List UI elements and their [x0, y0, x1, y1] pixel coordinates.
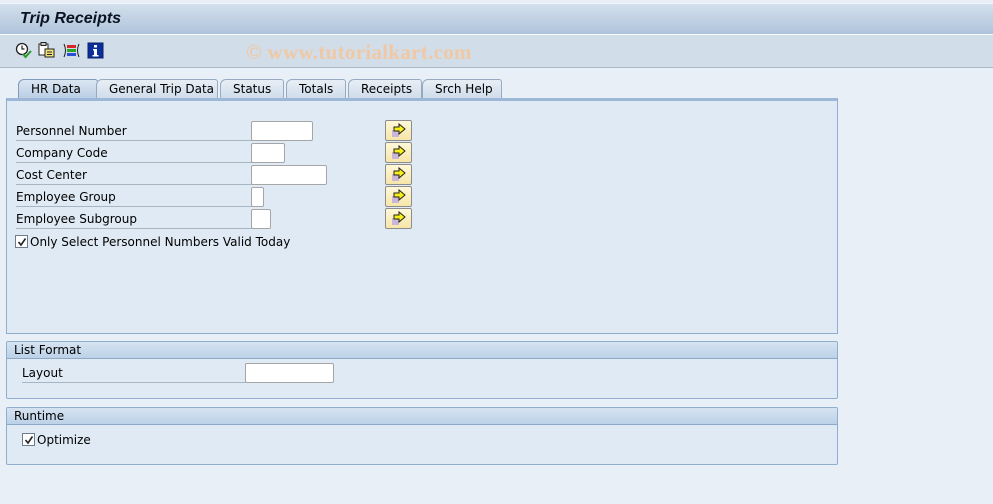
layout-label: Layout	[22, 363, 246, 383]
hr-data-panel: Personnel Number Company Code Cost Cente…	[6, 98, 838, 334]
page-title: Trip Receipts	[20, 10, 122, 27]
list-format-header: List Format	[7, 342, 837, 359]
runtime-header: Runtime	[7, 408, 837, 425]
employee-group-field[interactable]	[251, 187, 264, 207]
selection-options-icon[interactable]	[63, 42, 80, 59]
checkmark-icon	[24, 436, 34, 445]
info-icon[interactable]	[87, 42, 104, 59]
copy-variant-icon[interactable]	[38, 42, 55, 59]
tab-status[interactable]: Status	[220, 79, 284, 99]
tab-hr-data[interactable]: HR Data	[18, 79, 98, 99]
arrow-right-icon	[392, 123, 406, 137]
cost-center-label: Cost Center	[16, 165, 254, 185]
optimize-checkbox[interactable]	[22, 433, 35, 446]
tab-general-trip-data[interactable]: General Trip Data	[96, 79, 218, 99]
valid-today-label: Only Select Personnel Numbers Valid Toda…	[30, 235, 291, 249]
arrow-right-icon	[392, 211, 406, 225]
cost-center-field[interactable]	[251, 165, 327, 185]
employee-subgroup-field[interactable]	[251, 209, 271, 229]
tab-totals[interactable]: Totals	[286, 79, 346, 99]
employee-subgroup-multiple-selection-button[interactable]	[385, 208, 412, 229]
checkmark-icon	[17, 238, 27, 247]
runtime-group: Runtime Optimize	[6, 407, 838, 465]
personnel-number-multiple-selection-button[interactable]	[385, 120, 412, 141]
company-code-label: Company Code	[16, 143, 254, 163]
watermark: © www.tutorialkart.com	[246, 40, 472, 64]
personnel-number-label: Personnel Number	[16, 121, 254, 141]
tab-srch-help[interactable]: Srch Help	[422, 79, 502, 99]
company-code-field[interactable]	[251, 143, 285, 163]
cost-center-multiple-selection-button[interactable]	[385, 164, 412, 185]
arrow-right-icon	[392, 189, 406, 203]
arrow-right-icon	[392, 145, 406, 159]
employee-group-multiple-selection-button[interactable]	[385, 186, 412, 207]
title-bar: Trip Receipts	[0, 3, 993, 35]
valid-today-checkbox[interactable]	[15, 235, 28, 248]
clock-check-icon[interactable]	[15, 42, 32, 59]
employee-subgroup-label: Employee Subgroup	[16, 209, 254, 229]
company-code-multiple-selection-button[interactable]	[385, 142, 412, 163]
tab-receipts[interactable]: Receipts	[348, 79, 422, 99]
arrow-right-icon	[392, 167, 406, 181]
personnel-number-field[interactable]	[251, 121, 313, 141]
list-format-group: List Format Layout	[6, 341, 838, 399]
layout-field[interactable]	[245, 363, 334, 383]
optimize-label: Optimize	[37, 433, 91, 447]
application-toolbar: © www.tutorialkart.com	[0, 35, 993, 68]
employee-group-label: Employee Group	[16, 187, 254, 207]
